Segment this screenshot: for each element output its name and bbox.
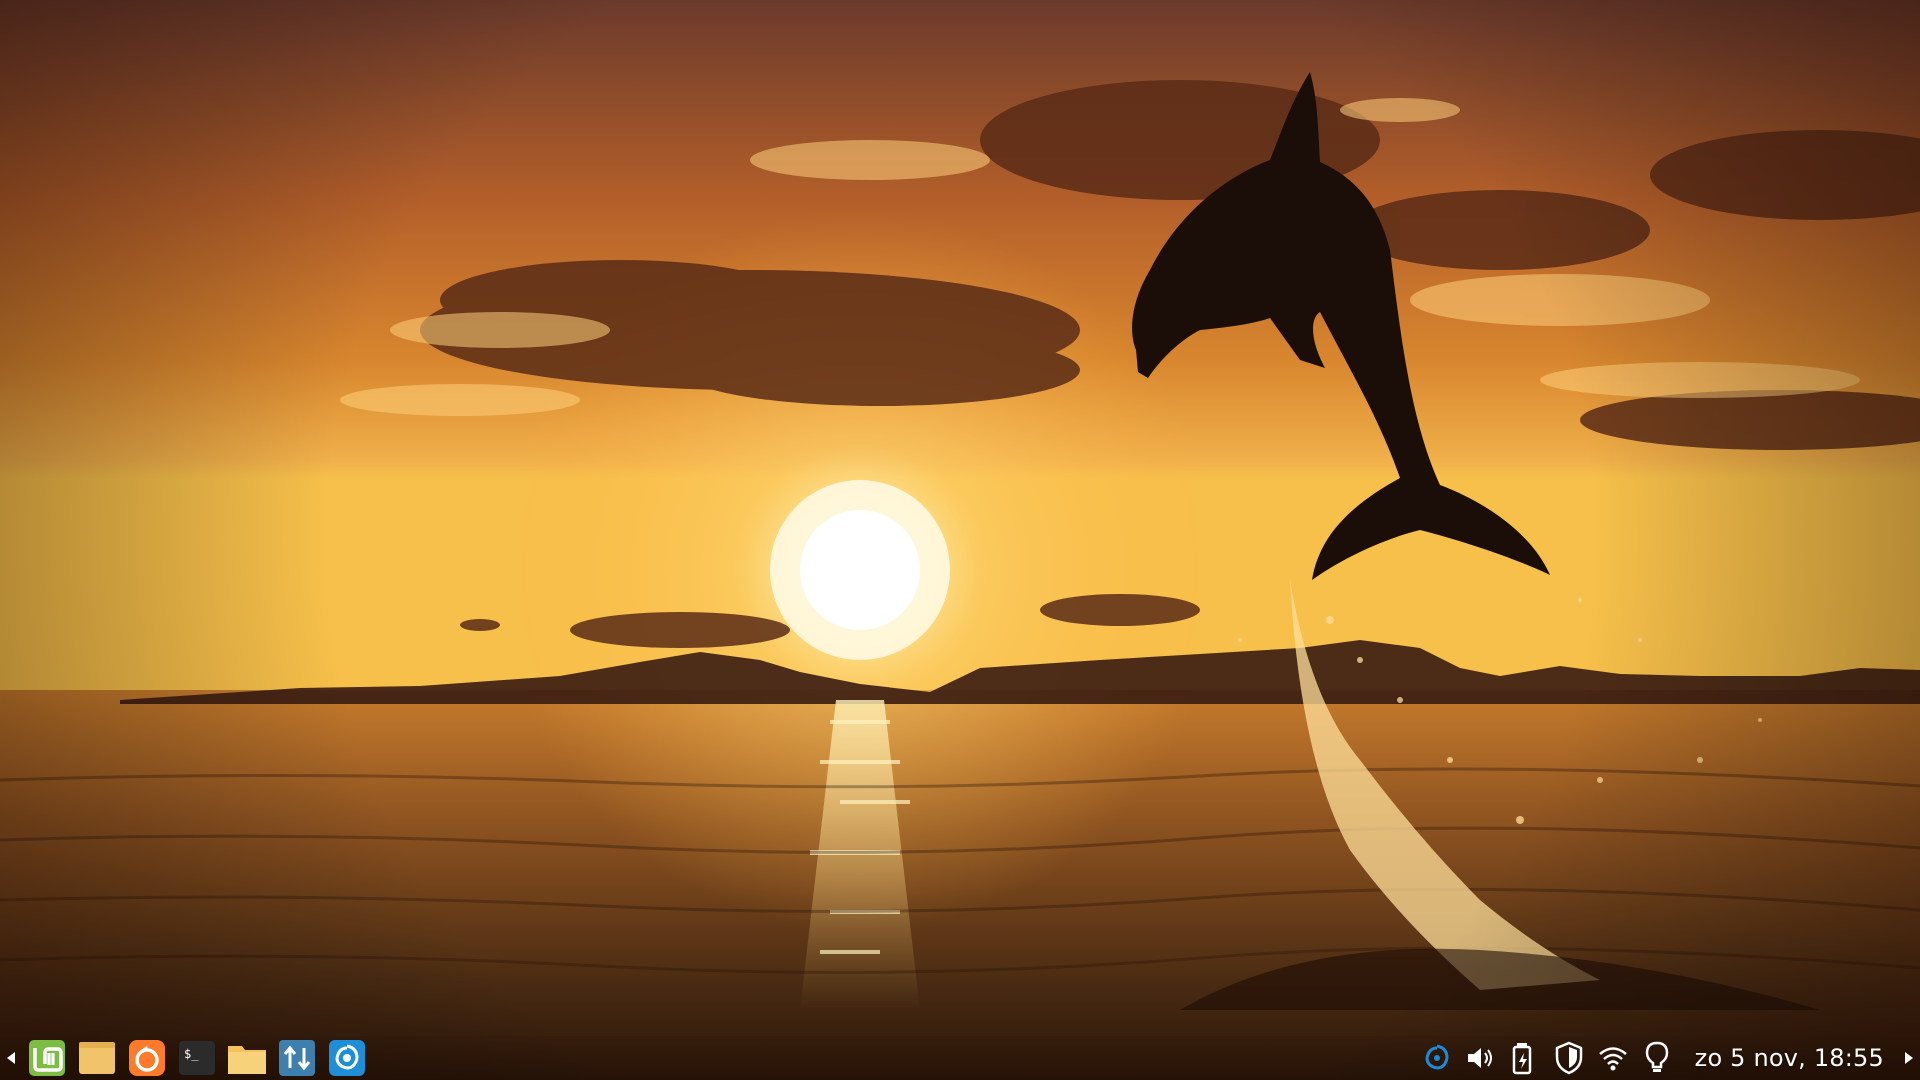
- swirl-icon: [1425, 1044, 1449, 1070]
- show-desktop-button[interactable]: [72, 1036, 122, 1080]
- battery-icon[interactable]: [1503, 1036, 1547, 1080]
- terminal-icon: $_: [179, 1041, 215, 1075]
- battery-charging-icon: [1512, 1043, 1531, 1075]
- swirl-icon: [329, 1040, 365, 1076]
- firefox-launcher[interactable]: [122, 1036, 172, 1080]
- files-folder-icon: [228, 1046, 266, 1074]
- swirl-tray-icon[interactable]: [1415, 1036, 1459, 1080]
- triangle-left-icon: [7, 1052, 15, 1064]
- wifi-icon: [1598, 1047, 1627, 1071]
- scroll-left-arrow[interactable]: [0, 1036, 22, 1080]
- firefox-icon: [129, 1040, 165, 1076]
- taskbar-right: zo 5 nov, 18:55: [1415, 1036, 1920, 1080]
- speaker-icon: [1467, 1048, 1492, 1068]
- bulb-icon[interactable]: [1635, 1036, 1679, 1080]
- light-bulb-icon: [1645, 1041, 1668, 1072]
- svg-text:$_: $_: [184, 1047, 199, 1061]
- mint-logo-icon: [29, 1040, 65, 1076]
- files-launcher[interactable]: [222, 1036, 272, 1080]
- triangle-right-icon: [1905, 1052, 1913, 1064]
- folder-yellow-icon: [79, 1042, 115, 1074]
- update-manager-launcher[interactable]: [272, 1036, 322, 1080]
- shield-icon: [1555, 1041, 1582, 1075]
- app-launcher[interactable]: [322, 1036, 372, 1080]
- scroll-right-arrow[interactable]: [1898, 1036, 1920, 1080]
- volume-icon[interactable]: [1459, 1036, 1503, 1080]
- taskbar: $_ zo 5 nov, 18:55: [0, 1036, 1920, 1080]
- wifi-icon[interactable]: [1591, 1036, 1635, 1080]
- terminal-launcher[interactable]: $_: [172, 1036, 222, 1080]
- update-arrows-icon: [279, 1040, 315, 1076]
- shield-icon[interactable]: [1547, 1036, 1591, 1080]
- desktop-wallpaper: [0, 0, 1920, 1080]
- menu-button[interactable]: [22, 1036, 72, 1080]
- clock[interactable]: zo 5 nov, 18:55: [1679, 1044, 1898, 1072]
- taskbar-left: $_: [0, 1036, 372, 1080]
